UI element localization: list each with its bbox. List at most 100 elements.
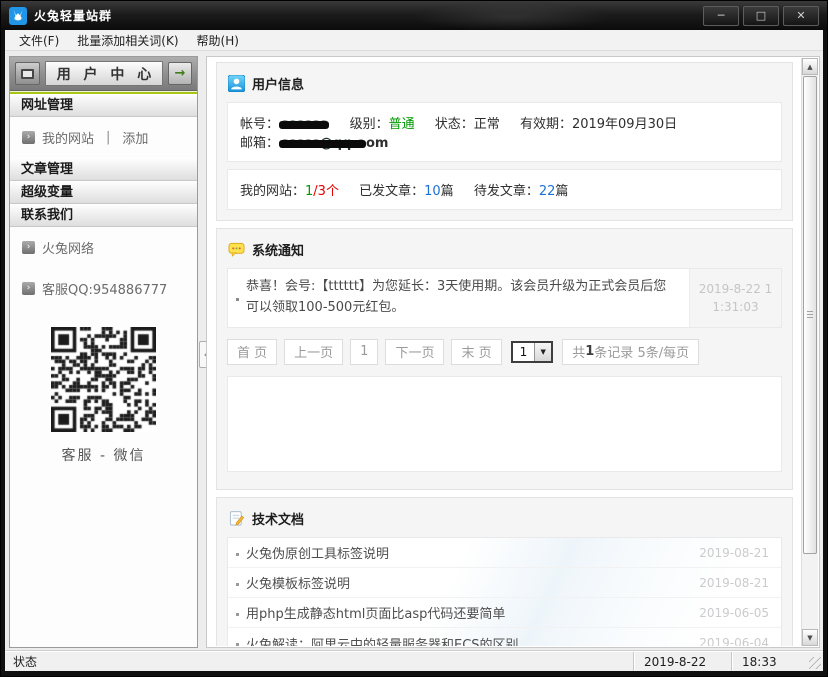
notices-empty-area xyxy=(227,376,782,472)
qr-code xyxy=(51,327,156,432)
sidebar-item-service-qq[interactable]: › 客服QQ:954886777 xyxy=(10,268,197,309)
doc-title-link[interactable]: 用php生成静态html页面比asp代码还要简单 xyxy=(246,603,699,622)
item-arrow-icon: › xyxy=(22,131,35,144)
page-prev-button[interactable]: 上一页 xyxy=(284,339,343,365)
docs-list: 火兔伪原创工具标签说明 2019-08-21 火兔模板标签说明 2019-08-… xyxy=(227,537,782,646)
sidebar-item-my-sites[interactable]: › 我的网站 | 添加 xyxy=(10,117,197,158)
page-select-value: 1 xyxy=(513,343,535,361)
client-area: 文件(F) 批量添加相关词(K) 帮助(H) 用 户 中 心 → 网址管理 › xyxy=(5,30,823,671)
pending-count: 22 xyxy=(539,184,556,199)
app-logo-rabbit-icon xyxy=(9,7,27,25)
status-date: 2019-8-22 xyxy=(633,652,731,671)
per-page: 5条/每页 xyxy=(637,342,689,361)
total-count: 1 xyxy=(585,344,594,359)
window-controls: ─ □ ✕ xyxy=(703,6,819,26)
sidebar-section-vars[interactable]: 超级变量 xyxy=(10,181,197,204)
doc-date: 2019-06-04 xyxy=(699,636,769,646)
doc-row[interactable]: 火兔解读：阿里云中的轻量服务器和ECS的区别 2019-06-04 xyxy=(228,628,781,646)
menu-batch-add[interactable]: 批量添加相关词(K) xyxy=(68,30,187,51)
scroll-up-icon[interactable]: ▲ xyxy=(802,58,818,75)
doc-title-link[interactable]: 火兔伪原创工具标签说明 xyxy=(246,543,699,562)
qr-code-wrap: 客服 - 微信 xyxy=(51,327,156,465)
notice-date: 2019-8-22 11:31:03 xyxy=(689,269,781,327)
docs-title: 技术文档 xyxy=(252,509,304,528)
notification-bubble-icon xyxy=(228,241,245,258)
notices-header: 系统通知 xyxy=(227,235,782,268)
published-count: 10 xyxy=(424,184,441,199)
account-info-box: 帐号：ssssss 级别：普通 状态：正常 有效期：2019年09月30日 邮箱… xyxy=(227,102,782,162)
tab-user-center[interactable]: 用 户 中 心 xyxy=(45,61,163,86)
add-site-link[interactable]: 添加 xyxy=(122,128,148,147)
record-summary: 共1条记录 5条/每页 xyxy=(562,339,699,365)
qr-caption: 客服 - 微信 xyxy=(51,445,156,465)
document-pencil-icon xyxy=(228,510,245,527)
my-sites-link[interactable]: 我的网站 xyxy=(42,128,94,147)
page-first-button[interactable]: 首 页 xyxy=(227,339,277,365)
menu-file[interactable]: 文件(F) xyxy=(10,30,68,51)
forward-arrow-button[interactable]: → xyxy=(168,62,192,85)
resize-grip[interactable] xyxy=(809,657,821,669)
huotu-network-link[interactable]: 火兔网络 xyxy=(42,238,94,257)
pending-label: 待发文章： xyxy=(474,184,539,199)
close-button[interactable]: ✕ xyxy=(783,6,819,26)
status-label: 状态： xyxy=(435,117,474,132)
doc-title-link[interactable]: 火兔解读：阿里云中的轻量服务器和ECS的区别 xyxy=(246,634,699,647)
sidebar-toolbar: 用 户 中 心 → xyxy=(10,57,197,91)
status-text: 状态 xyxy=(5,653,633,670)
menu-bar: 文件(F) 批量添加相关词(K) 帮助(H) xyxy=(5,30,823,51)
service-qq-link[interactable]: 客服QQ:954886777 xyxy=(42,279,167,298)
stats-info-box: 我的网站：1/3个 已发文章：10篇 待发文章：22篇 xyxy=(227,169,782,210)
page-select[interactable]: 1 ▼ xyxy=(511,341,554,363)
sidebar: 用 户 中 心 → 网址管理 › 我的网站 | 添加 文章管理 超级变量 联系我… xyxy=(9,56,198,648)
sidebar-section-contact[interactable]: 联系我们 xyxy=(10,204,197,227)
expiry-label: 有效期： xyxy=(520,117,572,132)
title-bar: 火兔轻量站群 ─ □ ✕ xyxy=(1,1,827,30)
sidebar-url-items: › 我的网站 | 添加 xyxy=(10,117,197,158)
published-unit: 篇 xyxy=(441,184,454,199)
notices-panel: 系统通知 恭喜！会号:【tttttt】为您延长：3天使用期。该会员升级为正式会员… xyxy=(216,228,793,490)
page-last-button[interactable]: 末 页 xyxy=(451,339,501,365)
scrollbar-thumb[interactable] xyxy=(803,76,817,554)
scroll-down-icon[interactable]: ▼ xyxy=(802,629,818,646)
sidebar-section-articles[interactable]: 文章管理 xyxy=(10,158,197,181)
account-label: 帐号： xyxy=(240,117,279,132)
user-info-panel: 用户信息 帐号：ssssss 级别：普通 状态：正常 有效期：2019年09月3… xyxy=(216,62,793,221)
notice-list-item[interactable]: 恭喜！会号:【tttttt】为您延长：3天使用期。该会员升级为正式会员后您可以领… xyxy=(227,268,782,328)
email-value-visible: om xyxy=(366,136,388,151)
menu-help[interactable]: 帮助(H) xyxy=(188,30,248,51)
chevron-down-icon[interactable]: ▼ xyxy=(534,343,551,361)
monitor-button[interactable] xyxy=(15,62,40,85)
pagination: 首 页 上一页 1 下一页 末 页 1 ▼ 共1条记录 5条/每页 xyxy=(227,339,782,365)
user-info-title: 用户信息 xyxy=(252,74,304,93)
minimize-button[interactable]: ─ xyxy=(703,6,739,26)
level-value: 普通 xyxy=(389,117,415,132)
notices-title: 系统通知 xyxy=(252,240,304,259)
sidebar-section-url[interactable]: 网址管理 xyxy=(10,94,197,117)
email-value-redacted: sssss@qq.c xyxy=(279,136,366,151)
sites-label: 我的网站： xyxy=(240,184,305,199)
page-next-button[interactable]: 下一页 xyxy=(385,339,444,365)
item-arrow-icon: › xyxy=(22,241,35,254)
workspace: 用 户 中 心 → 网址管理 › 我的网站 | 添加 文章管理 超级变量 联系我… xyxy=(5,51,823,651)
user-info-header: 用户信息 xyxy=(227,69,782,102)
expiry-value: 2019年09月30日 xyxy=(572,117,677,132)
pending-unit: 篇 xyxy=(555,184,568,199)
main-content: 用户信息 帐号：ssssss 级别：普通 状态：正常 有效期：2019年09月3… xyxy=(208,58,801,646)
vertical-scrollbar[interactable]: ▲ ▼ xyxy=(801,58,818,646)
doc-title-link[interactable]: 火兔模板标签说明 xyxy=(246,573,699,592)
status-bar: 状态 2019-8-22 18:33 xyxy=(5,651,823,671)
doc-row[interactable]: 火兔模板标签说明 2019-08-21 xyxy=(228,568,781,598)
maximize-button[interactable]: □ xyxy=(743,6,779,26)
page-current[interactable]: 1 xyxy=(350,339,378,365)
doc-date: 2019-08-21 xyxy=(699,576,769,590)
doc-row[interactable]: 火兔伪原创工具标签说明 2019-08-21 xyxy=(228,538,781,568)
item-arrow-icon: › xyxy=(22,282,35,295)
sidebar-item-huotu-network[interactable]: › 火兔网络 xyxy=(10,227,197,268)
account-value-redacted: ssssss xyxy=(279,117,329,132)
total-prefix: 共 xyxy=(572,342,585,361)
main-area: 用户信息 帐号：ssssss 级别：普通 状态：正常 有效期：2019年09月3… xyxy=(206,56,820,648)
window-title: 火兔轻量站群 xyxy=(34,7,703,24)
email-label: 邮箱： xyxy=(240,136,279,151)
link-separator: | xyxy=(106,130,110,145)
doc-row[interactable]: 用php生成静态html页面比asp代码还要简单 2019-06-05 xyxy=(228,598,781,628)
